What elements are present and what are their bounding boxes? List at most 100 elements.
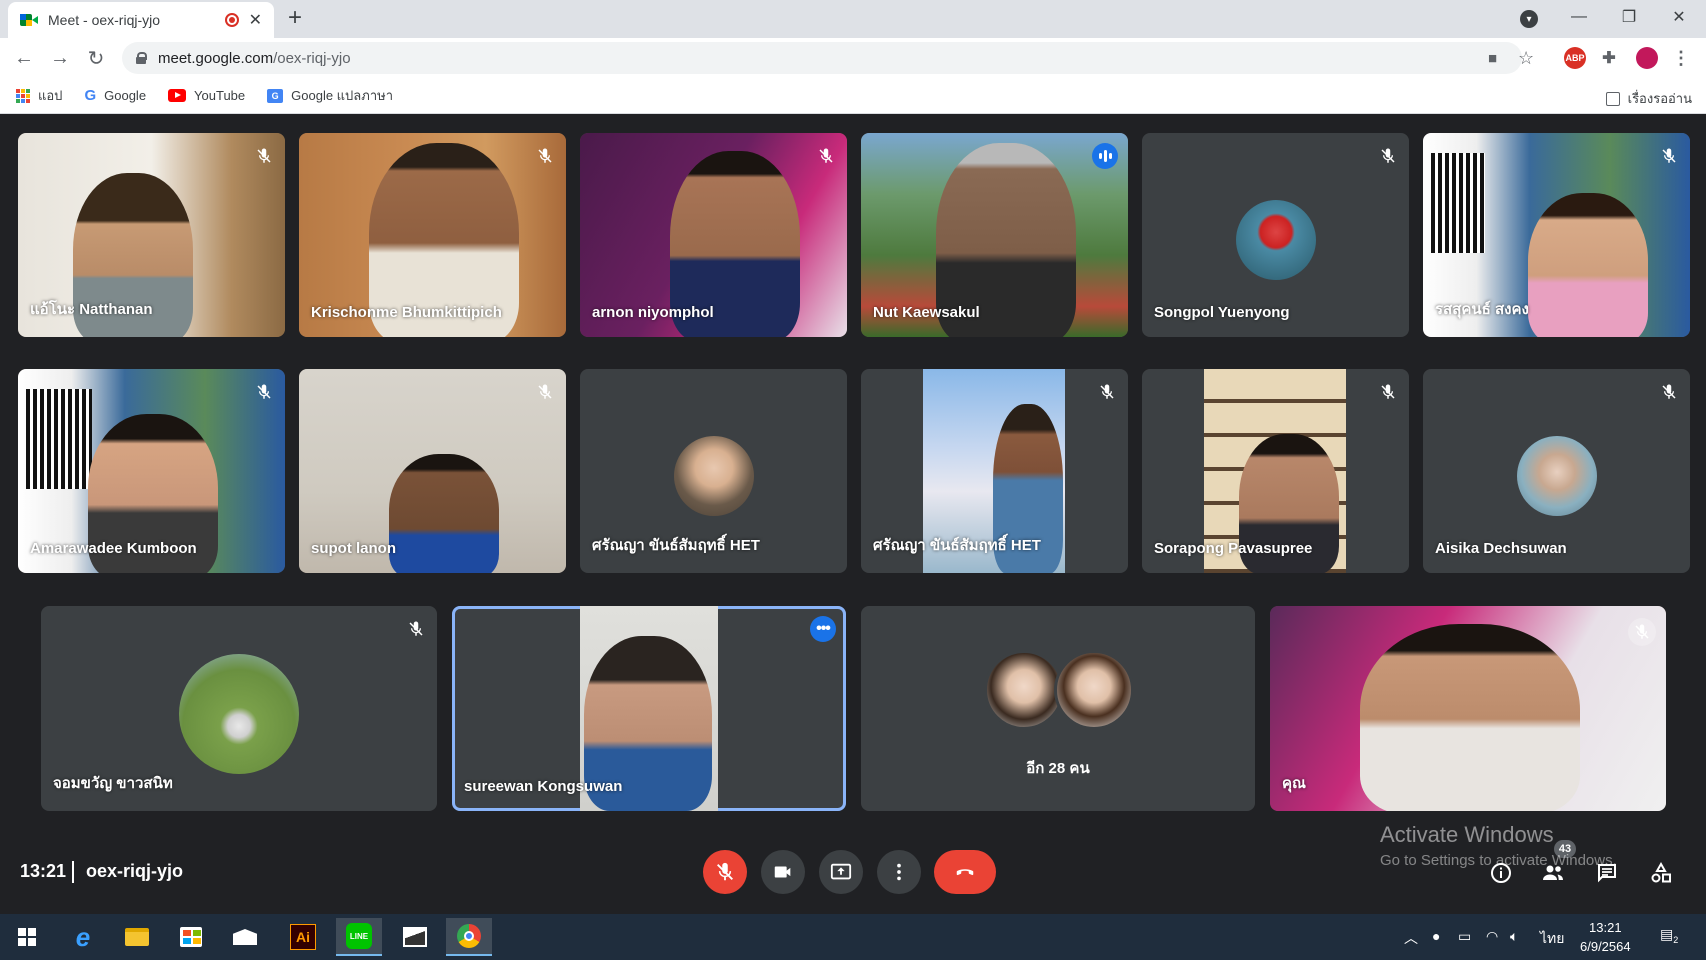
participant-tile[interactable]: ศรัณญา ขันธ์สัมฤทธิ์ HET [580,369,847,573]
mic-off-icon [253,381,275,403]
meet-stage: แอ้โนะ Natthanan Krischonme Bhumkittipic… [0,115,1706,915]
participant-name: arnon niyomphol [592,304,714,321]
participant-tile[interactable]: แอ้โนะ Natthanan [18,133,285,337]
tab-search-icon[interactable]: ▾ [1520,10,1538,28]
battery-icon[interactable]: ▭ [1458,928,1471,945]
mic-off-icon [1096,381,1118,403]
reading-list-button[interactable]: เรื่องรออ่าน [1605,88,1692,109]
participant-tile[interactable]: Sorapong Pavasupree [1142,369,1409,573]
participant-video [389,454,499,573]
chrome-taskbar-icon[interactable] [446,918,492,956]
profile-avatar-icon[interactable] [1636,47,1658,69]
bookmark-apps[interactable]: แอป [16,85,62,106]
google-translate-icon: G [267,88,284,103]
participant-tile-pinned[interactable]: ••• sureewan Kongsuwan [452,606,846,811]
videocam-icon [774,866,791,878]
mic-off-icon [405,618,427,640]
start-button[interactable] [4,918,50,956]
browser-tab-meet[interactable]: Meet - oex-riqj-yjo ✕ [8,2,274,38]
bookmark-star-icon[interactable]: ☆ [1518,48,1534,69]
participant-name: คุณ [1282,775,1306,792]
mic-off-icon [534,145,556,167]
participant-tile[interactable]: Songpol Yuenyong [1142,133,1409,337]
new-tab-button[interactable]: + [288,6,302,30]
activities-button[interactable] [1646,858,1676,888]
mic-off-icon [1658,145,1680,167]
close-window-button[interactable]: ✕ [1656,0,1702,34]
more-options-button[interactable] [877,850,921,894]
minimize-button[interactable]: — [1556,0,1602,34]
present-screen-button[interactable] [819,850,863,894]
meeting-code: oex-riqj-yjo [86,861,184,881]
bookmark-google-translate[interactable]: G Google แปลภาษา [267,85,393,106]
participant-tile[interactable]: Amarawadee Kumboon [18,369,285,573]
bookmark-label: แอป [38,88,63,103]
taskbar-clock[interactable]: 13:21 6/9/2564 [1580,918,1631,956]
show-hidden-icons-icon[interactable]: ︿ [1404,928,1418,948]
participant-name: จอมขวัญ ขาวสนิท [53,775,173,792]
participant-tile[interactable]: ศรัณญา ขันธ์สัมฤทธิ์ HET [861,369,1128,573]
more-options-icon[interactable]: ••• [810,616,836,642]
participant-name: ศรัณญา ขันธ์สัมฤทธิ์ HET [873,537,1041,554]
participant-name: Sorapong Pavasupree [1154,540,1313,557]
browser-toolbar: ← → ↻ meet.google.com/oex-riqj-yjo ■ ☆ A… [0,38,1706,78]
extensions-puzzle-icon[interactable]: ✚ [1598,47,1620,69]
participant-name: Amarawadee Kumboon [30,540,197,557]
camera-in-use-icon[interactable]: ■ [1488,50,1497,67]
line-taskbar-icon[interactable]: LINE [336,918,382,956]
participant-tile[interactable]: arnon niyomphol [580,133,847,337]
mic-off-icon [1377,145,1399,167]
microphone-toggle-button[interactable] [703,850,747,894]
store-taskbar-icon[interactable] [168,918,214,956]
volume-icon[interactable]: 🔈︎ [1510,928,1518,945]
illustrator-taskbar-icon[interactable]: Ai [280,918,326,956]
wifi-icon[interactable]: ◠ [1486,928,1498,945]
reload-icon[interactable]: ↻ [82,44,110,72]
mic-off-icon [253,145,275,167]
bookmark-label: Google [104,88,147,103]
participant-avatar [674,436,754,516]
bookmark-label: YouTube [194,88,246,103]
participant-tile[interactable]: supot lanon [299,369,566,573]
more-vert-icon [897,863,901,881]
leave-call-button[interactable] [934,850,996,894]
participant-name: supot lanon [311,540,396,557]
participant-tile[interactable]: รสสุคนธ์ สงคง [1423,133,1690,337]
participant-video [1528,193,1648,337]
bookmark-google[interactable]: G Google [84,87,146,104]
participant-tile[interactable]: Krischonme Bhumkittipich [299,133,566,337]
speaking-indicator-icon [1092,143,1118,169]
camera-toggle-button[interactable] [761,850,805,894]
maximize-button[interactable]: ❐ [1606,0,1652,34]
address-bar[interactable]: meet.google.com/oex-riqj-yjo ■ ☆ [122,42,1534,74]
self-view-tile[interactable]: คุณ [1270,606,1666,811]
input-language[interactable]: ไทย [1540,928,1564,950]
bookmarks-bar: แอป G Google YouTube G Google แปลภาษา เร… [0,78,1706,114]
others-tile[interactable]: อีก 28 คน [861,606,1255,811]
photos-taskbar-icon[interactable] [392,918,438,956]
adblock-extension-icon[interactable]: ABP [1564,47,1586,69]
participant-tile[interactable]: จอมขวัญ ขาวสนิท [41,606,437,811]
mic-off-icon [717,862,733,881]
browser-tab-bar: Meet - oex-riqj-yjo ✕ + ▾ — ❐ ✕ [0,0,1706,38]
edge-taskbar-icon[interactable]: e [60,918,106,956]
google-icon: G [84,87,97,104]
mail-taskbar-icon[interactable] [222,918,268,956]
participant-tile[interactable]: Nut Kaewsakul [861,133,1128,337]
participant-avatar [1517,436,1597,516]
bookmark-youtube[interactable]: YouTube [168,88,245,103]
participant-name: Nut Kaewsakul [873,304,980,321]
activate-windows-hint: Go to Settings to activate Windows. [1380,852,1617,869]
participant-avatar [1054,650,1134,730]
close-tab-icon[interactable]: ✕ [249,10,262,30]
back-icon[interactable]: ← [10,44,38,72]
forward-icon[interactable]: → [46,44,74,72]
participant-name: แอ้โนะ Natthanan [30,301,153,318]
file-explorer-taskbar-icon[interactable] [114,918,160,956]
browser-menu-icon[interactable]: ⋮ [1670,47,1692,69]
tab-title: Meet - oex-riqj-yjo [48,12,161,28]
microphone-tray-icon[interactable]: ● [1432,928,1440,944]
participant-tile[interactable]: Aisika Dechsuwan [1423,369,1690,573]
notifications-icon[interactable]: ▤2 [1660,926,1678,945]
self-video [1360,624,1580,811]
